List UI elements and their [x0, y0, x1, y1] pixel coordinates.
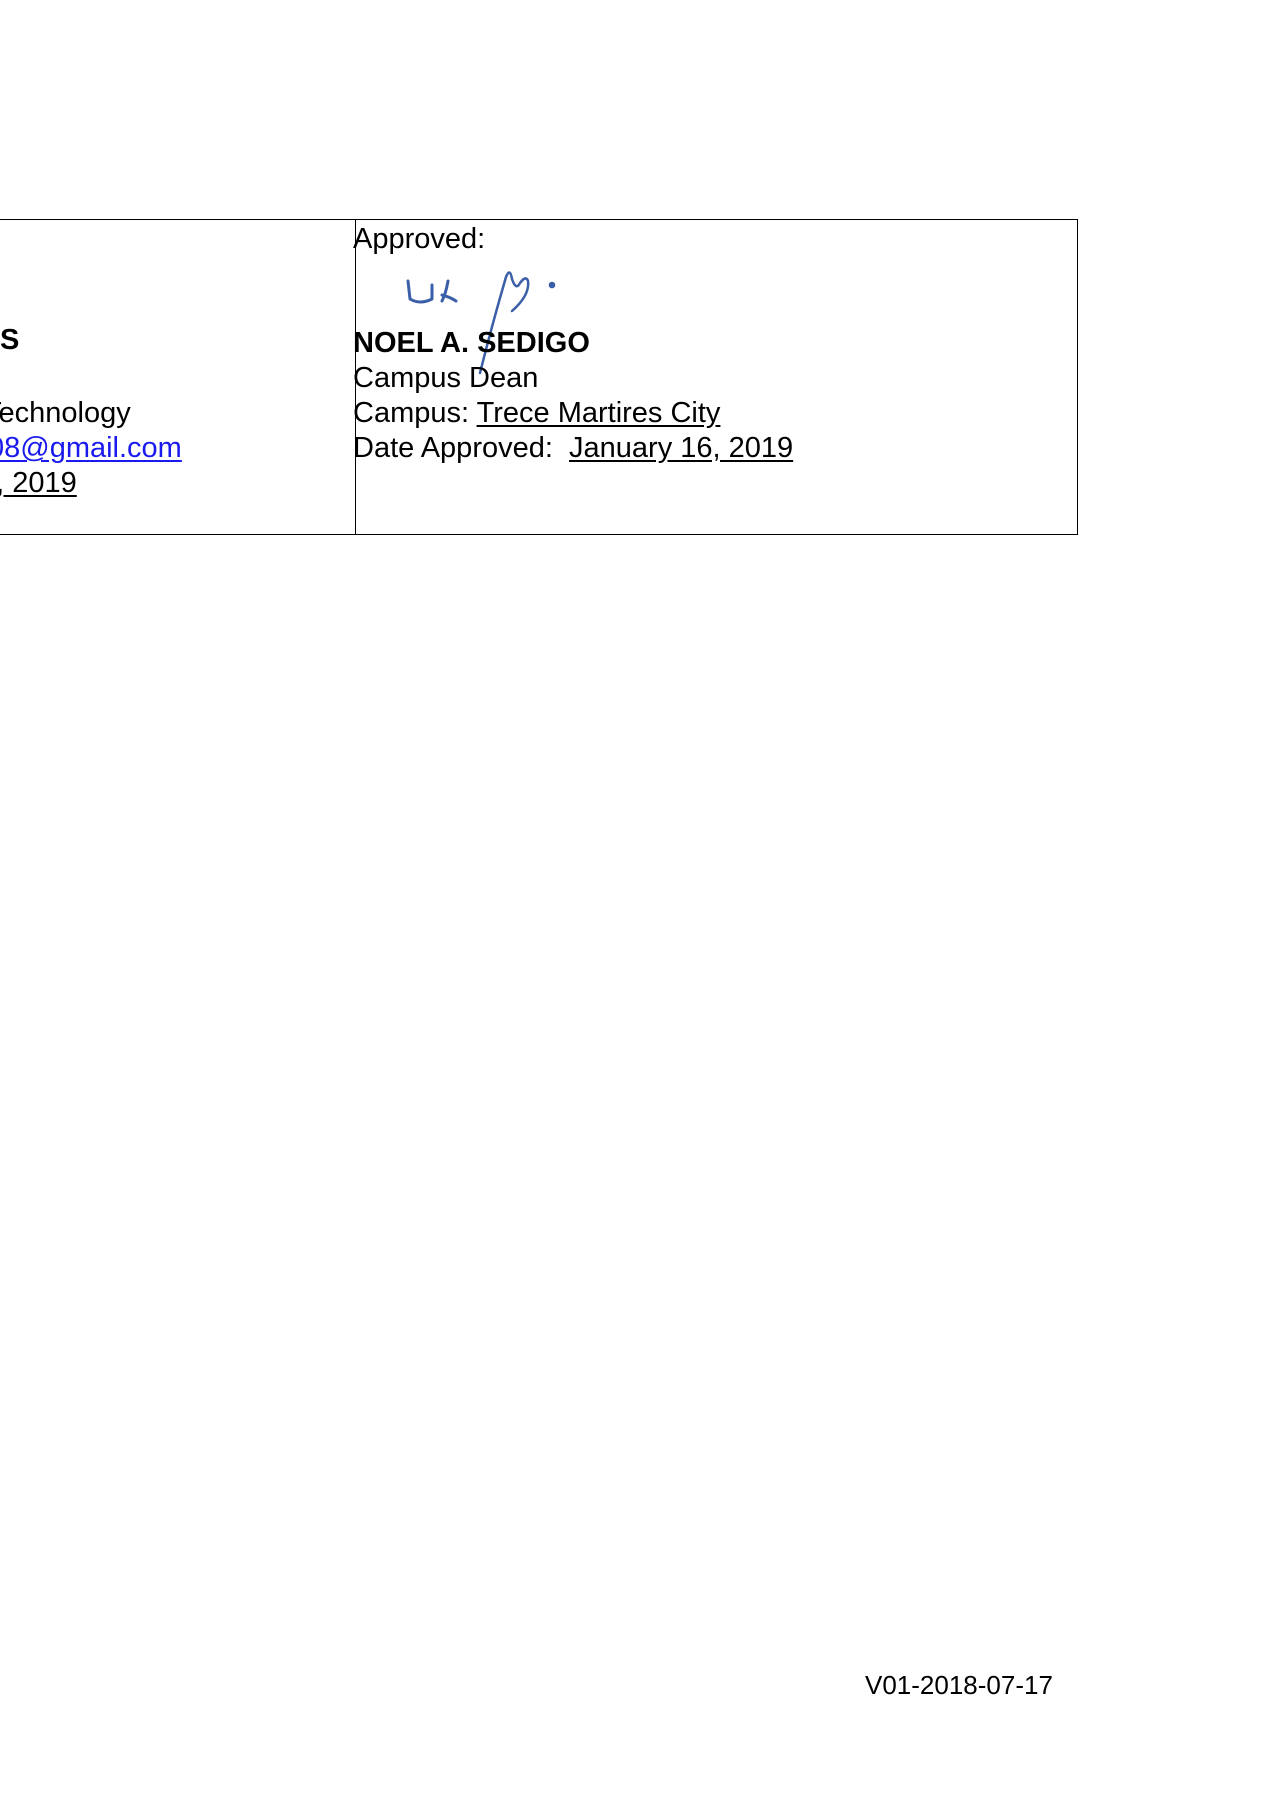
left-signatory-program: Technology [0, 397, 131, 429]
date-approved-value: January 16, 2019 [569, 432, 794, 464]
approver-name: NOEL A. SEDIGO [353, 327, 590, 359]
document-version-code: V01-2018-07-17 [865, 1670, 1053, 1700]
approved-heading: Approved: [353, 223, 486, 255]
approver-campus: Campus: Trece Martires City [353, 396, 720, 430]
date-approved-label: Date Approved: [353, 432, 570, 464]
campus-label: Campus: [353, 397, 477, 429]
left-signatory-email-link[interactable]: 08@gmail.com [0, 431, 182, 465]
document-page: S Technology 08@gmail.com 5, 2019 Approv… [0, 0, 1274, 1800]
approval-date: Date Approved: January 16, 2019 [353, 431, 793, 465]
campus-value: Trece Martires City [476, 397, 721, 429]
left-signatory-date: 5, 2019 [0, 467, 77, 499]
approver-role: Campus Dean [353, 362, 539, 394]
left-signatory-name: S [0, 324, 20, 356]
